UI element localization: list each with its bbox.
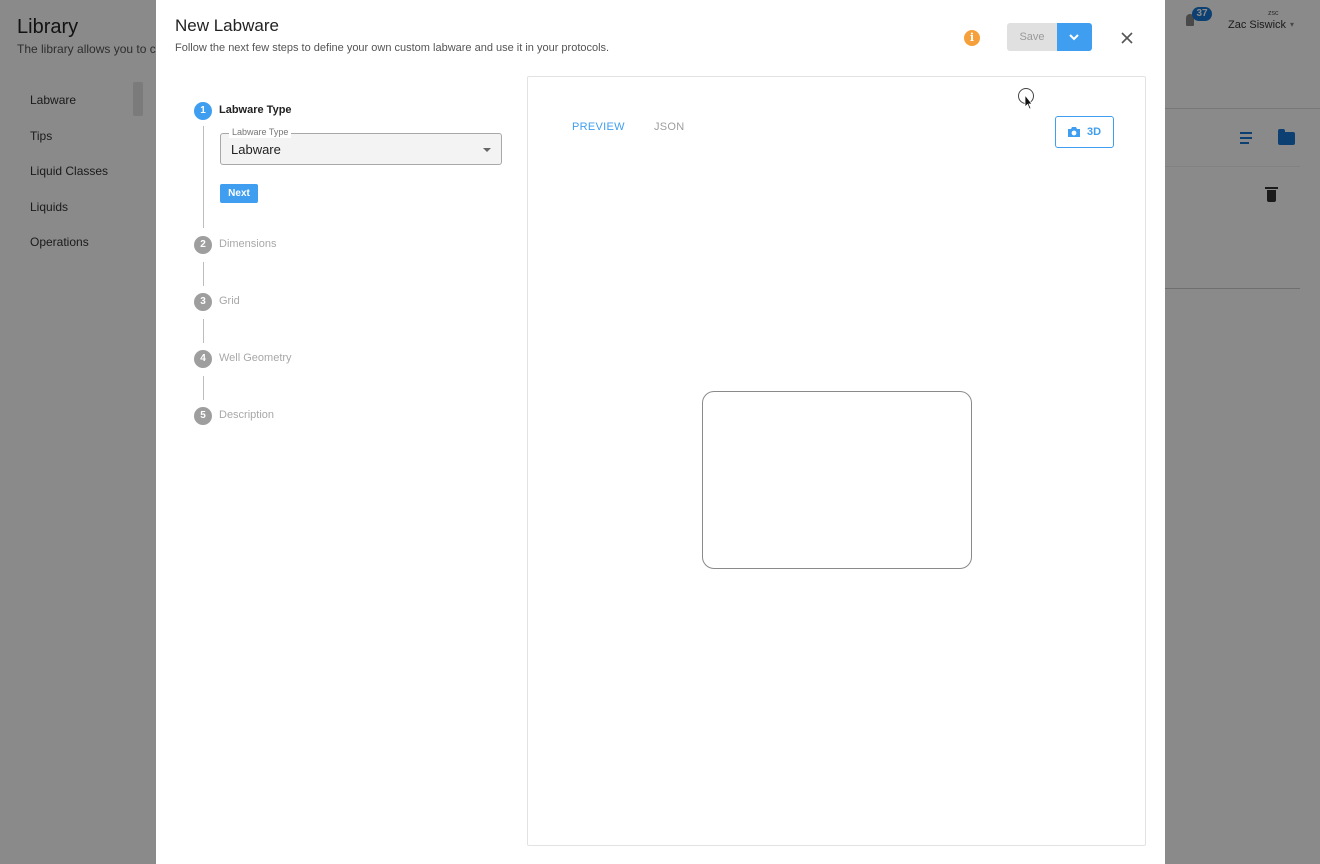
dialog-subtitle: Follow the next few steps to define your… [175, 42, 610, 54]
select-legend: Labware Type [229, 127, 292, 138]
step-connector [203, 126, 204, 228]
close-icon[interactable] [1119, 30, 1135, 46]
dropdown-caret-icon [483, 148, 491, 152]
step-label: Labware Type [219, 104, 292, 116]
step-number: 4 [194, 350, 212, 368]
step-label: Well Geometry [219, 352, 292, 364]
view-3d-button[interactable]: 3D [1055, 116, 1114, 148]
tab-preview[interactable]: PREVIEW [572, 121, 625, 133]
chevron-down-icon [1069, 34, 1079, 41]
next-button[interactable]: Next [220, 184, 258, 203]
step-number: 1 [194, 102, 212, 120]
dialog-title: New Labware [175, 16, 279, 35]
tab-json[interactable]: JSON [654, 121, 685, 133]
step-label: Grid [219, 295, 240, 307]
save-options-button[interactable] [1057, 23, 1092, 51]
labware-type-select[interactable]: Labware Type Labware [220, 127, 502, 165]
labware-preview-shape [702, 391, 972, 569]
step-number: 3 [194, 293, 212, 311]
step-connector [203, 262, 204, 286]
new-labware-dialog: New Labware Follow the next few steps to… [156, 0, 1165, 864]
view-3d-label: 3D [1087, 126, 1102, 138]
step-label: Description [219, 409, 275, 421]
step-number: 2 [194, 236, 212, 254]
select-value: Labware [231, 142, 281, 157]
step-number: 5 [194, 407, 212, 425]
step-connector [203, 319, 204, 343]
step-label: Dimensions [219, 238, 277, 250]
save-button[interactable]: Save [1007, 23, 1057, 51]
cursor-icon [1018, 88, 1034, 110]
preview-panel: PREVIEW JSON 3D [527, 76, 1146, 846]
camera-icon [1068, 127, 1080, 137]
info-icon[interactable]: i [964, 30, 980, 46]
step-connector [203, 376, 204, 400]
